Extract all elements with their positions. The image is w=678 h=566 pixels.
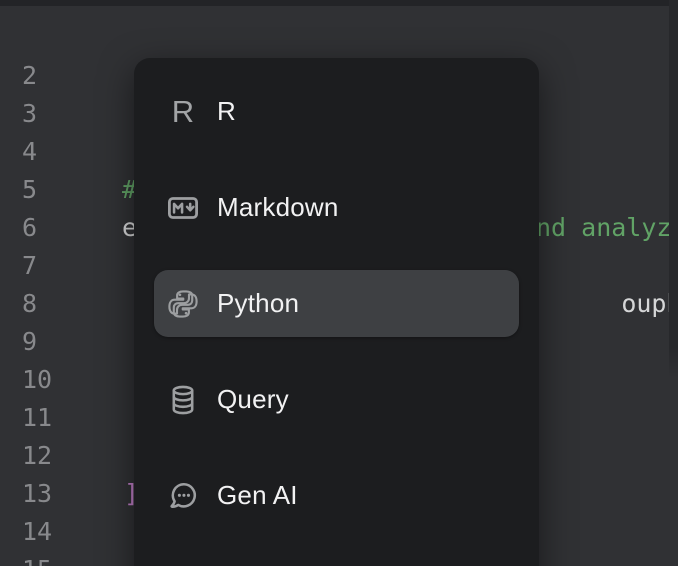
menu-item-r[interactable]: R R: [154, 78, 519, 145]
r-language-icon: R: [167, 96, 199, 128]
menu-item-gen-ai[interactable]: Gen AI: [154, 462, 519, 529]
markdown-icon: [167, 192, 199, 224]
gen-ai-chat-icon: [167, 480, 199, 512]
menu-item-python[interactable]: Python: [154, 270, 519, 337]
database-icon: [167, 384, 199, 416]
menu-item-label: R: [217, 96, 236, 127]
python-icon: [167, 288, 199, 320]
menu-item-label: Python: [217, 288, 299, 319]
menu-item-label: Gen AI: [217, 480, 298, 511]
scrollbar-track[interactable]: [669, 0, 678, 378]
menu-item-label: Markdown: [217, 192, 339, 223]
menu-item-query[interactable]: Query: [154, 366, 519, 433]
menu-item-label: Query: [217, 384, 289, 415]
code-line: 2 import numpy as np: [0, 19, 678, 57]
menu-item-markdown[interactable]: Markdown: [154, 174, 519, 241]
line-number: 15: [22, 551, 52, 566]
cell-type-dropdown-menu: R R Markdown: [134, 58, 539, 566]
cell-top-border: [0, 0, 678, 6]
